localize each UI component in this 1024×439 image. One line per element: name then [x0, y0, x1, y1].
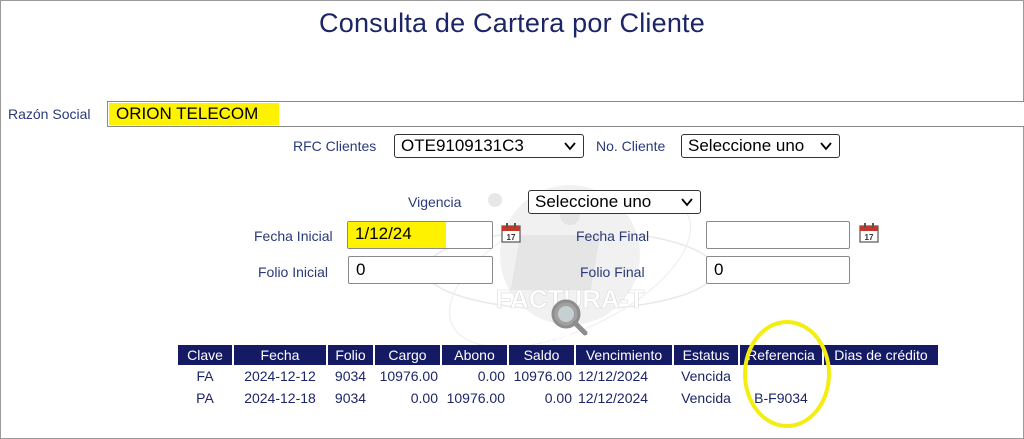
folio-final-value: 0 — [714, 260, 724, 279]
vigencia-value: Seleccione uno — [535, 192, 652, 211]
cell-clave: PA — [196, 390, 214, 406]
cell-vencimiento: 12/12/2024 — [578, 368, 649, 384]
col-estatus[interactable]: Estatus — [674, 345, 738, 365]
page-title: Consulta de Cartera por Cliente — [319, 8, 705, 38]
col-abono[interactable]: Abono — [442, 345, 507, 365]
folio-inicial-label: Folio Inicial — [258, 264, 329, 280]
chevron-down-icon — [564, 142, 576, 151]
cell-abono: 0.00 — [477, 368, 505, 384]
col-fecha[interactable]: Fecha — [234, 345, 326, 365]
fecha-final-input[interactable] — [706, 221, 850, 249]
folio-final-input[interactable]: 0 — [706, 256, 850, 284]
fecha-inicial-label: Fecha Inicial — [254, 228, 333, 244]
fecha-inicial-input[interactable]: 1/12/24 — [347, 221, 493, 249]
razon-social-label: Razón Social — [8, 106, 91, 122]
no-cliente-value: Seleccione uno — [688, 136, 805, 155]
no-cliente-label: No. Cliente — [596, 138, 666, 154]
svg-text:17: 17 — [507, 233, 516, 242]
col-clave[interactable]: Clave — [178, 345, 232, 365]
folio-inicial-input[interactable]: 0 — [348, 256, 493, 284]
col-dias-credito[interactable]: Dias de crédito — [824, 345, 938, 365]
col-cargo[interactable]: Cargo — [375, 345, 440, 365]
fecha-final-label: Fecha Final — [576, 228, 650, 244]
cell-dias-credito — [824, 365, 938, 387]
cell-cargo: 0.00 — [410, 390, 438, 406]
rfc-clientes-label: RFC Clientes — [293, 138, 377, 154]
cell-saldo: 0.00 — [544, 390, 572, 406]
svg-text:17: 17 — [865, 233, 874, 242]
rfc-clientes-value: OTE9109131C3 — [401, 136, 524, 155]
cell-folio: 9034 — [334, 368, 367, 384]
calendar-icon[interactable]: 17 — [858, 222, 880, 244]
rfc-clientes-select[interactable]: OTE9109131C3 — [394, 134, 584, 158]
no-cliente-select[interactable]: Seleccione uno — [681, 134, 840, 158]
cell-fecha: 2024-12-18 — [244, 390, 316, 406]
razon-social-input[interactable]: ORION TELECOM — [107, 101, 1024, 127]
calendar-icon[interactable]: 17 — [500, 222, 522, 244]
folio-final-label: Folio Final — [580, 264, 645, 280]
razon-social-value: ORION TELECOM — [109, 103, 279, 125]
watermark-sub: SOLUCIONES — [534, 333, 607, 345]
chevron-down-icon — [681, 198, 693, 207]
col-vencimiento[interactable]: Vencimiento — [576, 345, 672, 365]
vigencia-label: Vigencia — [408, 194, 462, 210]
cell-dias-credito — [824, 387, 938, 409]
cell-abono: 10976.00 — [446, 390, 505, 406]
cell-clave: FA — [196, 368, 214, 384]
cell-folio: 9034 — [334, 390, 367, 406]
cell-fecha: 2024-12-12 — [244, 368, 316, 384]
col-folio[interactable]: Folio — [328, 345, 373, 365]
cell-estatus: Vencida — [681, 390, 731, 406]
chevron-down-icon — [820, 142, 832, 151]
cell-estatus: Vencida — [681, 368, 731, 384]
cell-vencimiento: 12/12/2024 — [578, 390, 649, 406]
vigencia-select[interactable]: Seleccione uno — [528, 190, 701, 214]
cell-cargo: 10976.00 — [379, 368, 438, 384]
col-saldo[interactable]: Saldo — [509, 345, 574, 365]
fecha-inicial-value: 1/12/24 — [348, 222, 446, 248]
cell-saldo: 10976.00 — [513, 368, 572, 384]
annotation-highlight-circle — [743, 320, 831, 428]
folio-inicial-value: 0 — [356, 260, 366, 279]
